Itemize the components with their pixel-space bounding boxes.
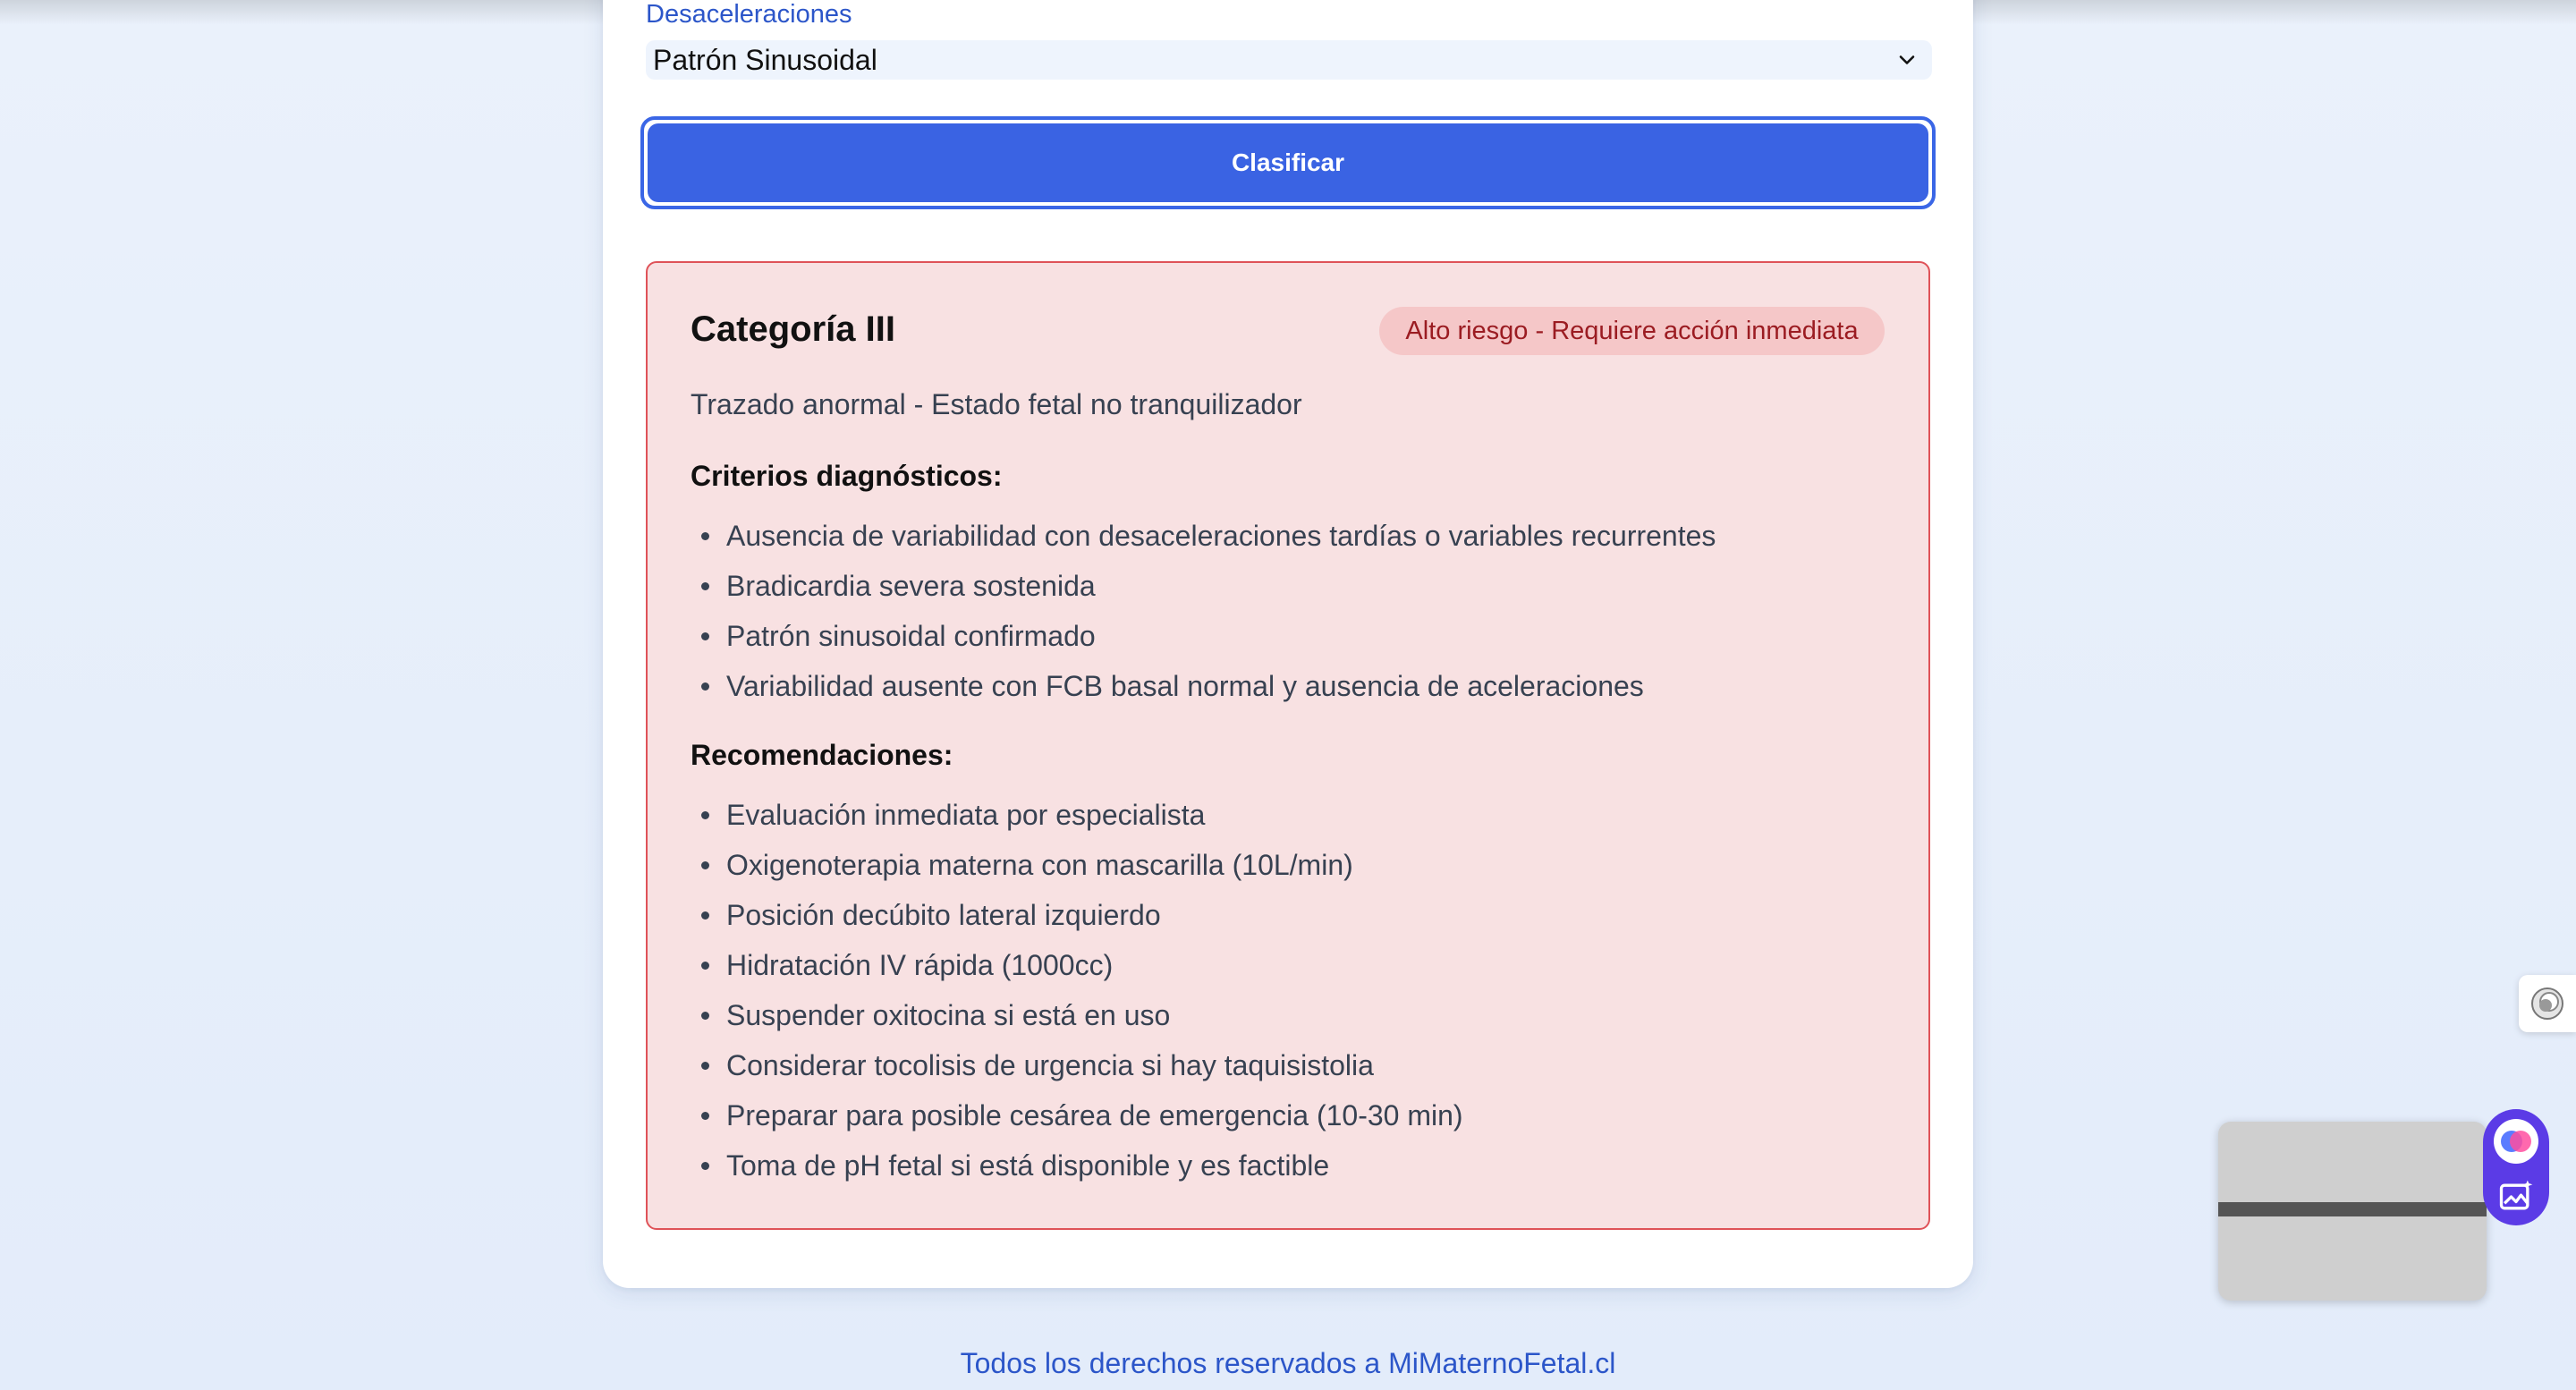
assistant-toolbar <box>2483 1109 2549 1225</box>
recommendations-title: Recomendaciones: <box>691 739 953 771</box>
recommendation-item: Preparar para posible cesárea de emergen… <box>691 1090 1463 1140</box>
select-value: Patrón Sinusoidal <box>653 43 877 76</box>
criteria-list: Ausencia de variabilidad con desacelerac… <box>691 511 1716 711</box>
category-title: Categoría III <box>691 309 895 349</box>
criteria-item: Variabilidad ausente con FCB basal norma… <box>691 661 1716 711</box>
recommendation-item: Considerar tocolisis de urgencia si hay … <box>691 1040 1463 1090</box>
decelerations-select[interactable]: Patrón Sinusoidal <box>646 40 1932 80</box>
risk-badge: Alto riesgo - Requiere acción inmediata <box>1379 307 1885 355</box>
extension-tab[interactable] <box>2519 975 2576 1032</box>
recommendation-item: Suspender oxitocina si está en uso <box>691 990 1463 1040</box>
criteria-item: Ausencia de variabilidad con desacelerac… <box>691 511 1716 561</box>
decelerations-label: Desaceleraciones <box>646 0 852 29</box>
recommendation-item: Hidratación IV rápida (1000cc) <box>691 940 1463 990</box>
recommendation-item: Evaluación inmediata por especialista <box>691 790 1463 840</box>
extension-icon <box>2531 987 2563 1020</box>
screenshot-thumbnail[interactable] <box>2218 1122 2487 1301</box>
recommendation-item: Posición decúbito lateral izquierdo <box>691 890 1463 940</box>
chevron-down-icon <box>1899 55 1915 64</box>
category-description: Trazado anormal - Estado fetal no tranqu… <box>691 388 1302 420</box>
criteria-item: Bradicardia severa sostenida <box>691 561 1716 611</box>
recommendation-item: Oxigenoterapia materna con mascarilla (1… <box>691 840 1463 890</box>
classify-button[interactable]: Clasificar <box>648 123 1928 202</box>
criteria-item: Patrón sinusoidal confirmado <box>691 611 1716 661</box>
thumbnail-bar <box>2218 1202 2487 1216</box>
recommendations-list: Evaluación inmediata por especialista Ox… <box>691 790 1463 1191</box>
footer-copyright[interactable]: Todos los derechos reservados a MiMatern… <box>0 1347 2576 1380</box>
assistant-icon[interactable] <box>2491 1116 2541 1166</box>
recommendation-item: Toma de pH fetal si está disponible y es… <box>691 1140 1463 1191</box>
criteria-title: Criterios diagnósticos: <box>691 460 1003 492</box>
image-sparkle-icon[interactable] <box>2496 1177 2536 1216</box>
